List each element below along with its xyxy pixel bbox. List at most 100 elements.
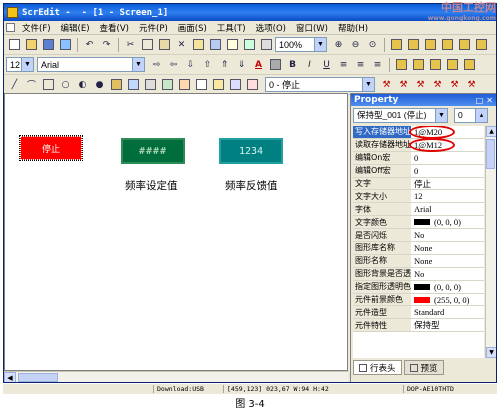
tool-icon[interactable]: ⚒	[430, 77, 445, 92]
property-row[interactable]: 文字颜色 (0, 0, 0)	[353, 216, 484, 230]
property-value[interactable]: (0, 0, 0)	[411, 216, 484, 228]
layout-icon[interactable]	[394, 57, 409, 72]
property-value[interactable]: Arial	[411, 203, 484, 215]
zoom-out-icon[interactable]: ⊖	[348, 37, 363, 52]
property-row[interactable]: 编辑Off宏 0	[353, 164, 484, 178]
property-value[interactable]: 停止	[411, 178, 484, 190]
download-icon[interactable]	[58, 37, 73, 52]
property-value[interactable]: None	[411, 242, 484, 254]
rectangle-icon[interactable]	[41, 77, 56, 92]
new-file-icon[interactable]	[7, 37, 22, 52]
delete-icon[interactable]: ✕	[174, 37, 189, 52]
menu-tools[interactable]: 工具(T)	[212, 22, 251, 34]
horizontal-scrollbar[interactable]: ◀	[4, 371, 348, 382]
tool-icon[interactable]: ⚒	[413, 77, 428, 92]
tool-icon[interactable]: ⚒	[379, 77, 394, 92]
pin-icon[interactable]: □	[476, 96, 484, 105]
layout-icon[interactable]	[462, 57, 477, 72]
frequency-setting-input[interactable]: ####	[121, 138, 185, 164]
tool-icon[interactable]: ⚒	[447, 77, 462, 92]
menu-screen[interactable]: 画面(S)	[173, 22, 212, 34]
property-row[interactable]: 图形库名称 None	[353, 242, 484, 255]
screen-icon[interactable]	[191, 37, 206, 52]
property-row[interactable]: 是否闪烁 No	[353, 229, 484, 243]
align-icon[interactable]	[474, 37, 489, 52]
find-icon[interactable]	[225, 37, 240, 52]
zoom-in-icon[interactable]: ⊕	[331, 37, 346, 52]
arrow-down-icon[interactable]: ⇩	[183, 57, 198, 72]
property-row[interactable]: 元件特性 保持型	[353, 319, 484, 333]
redo-icon[interactable]: ↷	[99, 37, 114, 52]
display-tool-icon[interactable]	[211, 77, 226, 92]
button-tool-icon[interactable]: ●	[92, 77, 107, 92]
cut-icon[interactable]: ✂	[123, 37, 138, 52]
lamp-tool-icon[interactable]	[109, 77, 124, 92]
align-right-icon[interactable]: ≡	[370, 57, 385, 72]
send-back-icon[interactable]: ⇓	[234, 57, 249, 72]
property-row[interactable]: 图形名称 None	[353, 254, 484, 268]
scroll-thumb[interactable]	[486, 139, 495, 169]
bold-icon[interactable]: B	[285, 57, 300, 72]
align-icon[interactable]	[423, 37, 438, 52]
compile-icon[interactable]	[208, 37, 223, 52]
trend-tool-icon[interactable]	[177, 77, 192, 92]
arrow-left-icon[interactable]: ⇦	[166, 57, 181, 72]
layout-icon[interactable]	[428, 57, 443, 72]
layout-icon[interactable]	[411, 57, 426, 72]
tool-icon[interactable]: ⚒	[396, 77, 411, 92]
menu-options[interactable]: 选项(O)	[251, 22, 291, 34]
undo-icon[interactable]: ↶	[82, 37, 97, 52]
scroll-down-icon[interactable]: ▼	[486, 347, 496, 358]
bring-front-icon[interactable]: ⇑	[217, 57, 232, 72]
menu-view[interactable]: 查看(V)	[95, 22, 134, 34]
align-icon[interactable]	[440, 37, 455, 52]
zoom-select[interactable]: 100% ▼	[275, 37, 327, 52]
property-row[interactable]: 文字 停止	[353, 177, 484, 191]
zoom-fit-icon[interactable]: ⊙	[365, 37, 380, 52]
state-spinner[interactable]: 0 ▴	[454, 107, 488, 123]
property-value[interactable]: 0	[411, 165, 484, 177]
menu-edit[interactable]: 编辑(E)	[56, 22, 95, 34]
fill-color-icon[interactable]	[268, 57, 283, 72]
property-value[interactable]: Standard	[411, 306, 484, 318]
screen-canvas[interactable]: 停止 #### 1234 频率设定值 频率反馈值	[4, 93, 348, 371]
close-icon[interactable]: ✕	[486, 96, 493, 105]
menu-element[interactable]: 元件(P)	[134, 22, 173, 34]
menu-help[interactable]: 帮助(H)	[333, 22, 373, 34]
object-select[interactable]: 保持型_001 (停止) ▼	[353, 107, 448, 123]
input-tool-icon[interactable]	[194, 77, 209, 92]
scroll-left-icon[interactable]: ◀	[4, 372, 16, 382]
grid-icon[interactable]	[259, 37, 274, 52]
align-icon[interactable]	[406, 37, 421, 52]
frequency-feedback-display[interactable]: 1234	[219, 138, 283, 164]
property-row[interactable]: 字体 Arial	[353, 203, 484, 217]
polyline-icon[interactable]: ⌒	[24, 77, 39, 92]
line-icon[interactable]: ╱	[7, 77, 22, 92]
menu-window[interactable]: 窗口(W)	[291, 22, 333, 34]
circle-icon[interactable]: ○	[58, 77, 73, 92]
align-left-icon[interactable]: ≡	[336, 57, 351, 72]
property-value[interactable]: 0	[411, 152, 484, 164]
align-icon[interactable]	[457, 37, 472, 52]
scroll-thumb[interactable]	[18, 373, 58, 382]
property-row[interactable]: 编辑On宏 0	[353, 151, 484, 165]
property-value[interactable]: No	[411, 229, 484, 241]
property-row[interactable]: 图形背景是否透 No	[353, 267, 484, 281]
ellipse-icon[interactable]: ◐	[75, 77, 90, 92]
chart-tool-icon[interactable]	[228, 77, 243, 92]
font-size-select[interactable]: 12 ▼	[6, 57, 34, 72]
switch-tool-icon[interactable]	[126, 77, 141, 92]
property-value[interactable]: (0, 0, 0)	[411, 281, 484, 293]
align-center-icon[interactable]: ≡	[353, 57, 368, 72]
property-value[interactable]: No	[411, 268, 484, 280]
property-vertical-scrollbar[interactable]: ▲ ▼	[485, 126, 496, 358]
simulate-icon[interactable]	[242, 37, 257, 52]
arrow-up-icon[interactable]: ⇧	[200, 57, 215, 72]
property-value[interactable]: 12	[411, 190, 484, 202]
tool-icon[interactable]: ⚒	[464, 77, 479, 92]
arrow-right-icon[interactable]: ⇨	[149, 57, 164, 72]
stop-maintained-button[interactable]: 停止	[19, 135, 83, 161]
text-color-icon[interactable]: A	[251, 57, 266, 72]
menu-file[interactable]: 文件(F)	[17, 22, 56, 34]
copy-icon[interactable]	[140, 37, 155, 52]
